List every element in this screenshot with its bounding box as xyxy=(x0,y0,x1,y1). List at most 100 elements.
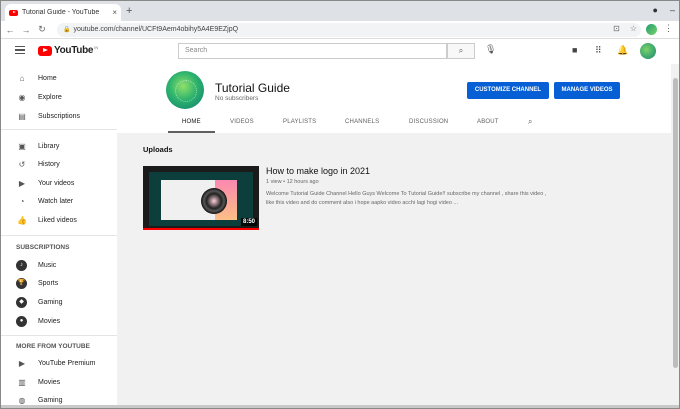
video-thumbnail[interactable]: 8:50 xyxy=(143,166,259,230)
url-input[interactable]: 🔒 youtube.com/channel/UCFt9Aem4obihy5A4E9… xyxy=(57,23,641,37)
sidebar-item-label: YouTube Premium xyxy=(38,359,96,367)
your-videos-icon: ▶ xyxy=(18,178,26,188)
sidebar-item-watch-later[interactable]: ◔ Watch later xyxy=(1,192,117,210)
sidebar-item-label: Your videos xyxy=(38,179,75,187)
lock-icon: 🔒 xyxy=(63,27,71,33)
history-icon: ↺ xyxy=(18,159,26,169)
tab-title: Tutorial Guide - YouTube xyxy=(22,9,100,16)
tab-close-icon[interactable]: × xyxy=(112,8,117,17)
address-bar: ← → ↻ 🔒 youtube.com/channel/UCFt9Aem4obih… xyxy=(1,21,679,39)
sidebar-item-movies[interactable]: ● Movies xyxy=(1,312,117,330)
youtube-logo[interactable]: YouTube IN xyxy=(38,45,98,56)
back-button[interactable]: ← xyxy=(3,25,17,35)
browser-profile-avatar[interactable] xyxy=(646,24,657,35)
music-channel-icon: ♪ xyxy=(16,259,27,271)
youtube-favicon-icon xyxy=(9,9,18,16)
sidebar-item-liked-videos[interactable]: 👍 Liked videos xyxy=(1,211,117,229)
new-tab-button[interactable]: + xyxy=(126,4,132,18)
sidebar-item-label: Sports xyxy=(38,279,59,287)
apps-grid-icon[interactable]: ⠿ xyxy=(595,45,602,56)
notifications-bell-icon[interactable]: 🔔 xyxy=(617,45,628,56)
address-bar-icons: ⊡ ☆ xyxy=(613,24,637,33)
bookmark-star-icon[interactable]: ☆ xyxy=(630,24,637,33)
channel-name: Tutorial Guide xyxy=(215,81,290,95)
tab-about[interactable]: ABOUT xyxy=(477,119,499,125)
scrollbar-thumb[interactable] xyxy=(673,78,678,368)
sidebar-item-music[interactable]: ♪ Music xyxy=(1,256,117,274)
movies-channel-icon: ● xyxy=(16,315,27,327)
hamburger-menu-icon[interactable] xyxy=(15,46,25,54)
window-controls: ● – xyxy=(653,5,675,15)
video-title[interactable]: How to make logo in 2021 xyxy=(266,166,370,176)
sidebar-item-label: History xyxy=(38,160,60,168)
watch-progress-bar xyxy=(143,228,259,230)
thumbnail-logo xyxy=(201,188,227,214)
browser-menu-icon[interactable]: ⋮ xyxy=(664,23,673,34)
record-icon[interactable]: ● xyxy=(653,5,658,15)
tab-playlists[interactable]: PLAYLISTS xyxy=(283,119,316,125)
home-icon: ⌂ xyxy=(19,73,25,83)
search-icon: ⌕ xyxy=(458,46,464,55)
sidebar-item-subscriptions[interactable]: ▤ Subscriptions xyxy=(1,107,117,125)
search-input[interactable]: Search xyxy=(178,43,447,59)
sidebar-item-gaming[interactable]: ◆ Gaming xyxy=(1,293,117,311)
tab-videos[interactable]: VIDEOS xyxy=(230,119,254,125)
uploads-heading[interactable]: Uploads xyxy=(143,145,173,154)
sidebar-item-label: Watch later xyxy=(38,197,74,205)
sidebar-item-sports[interactable]: 🏆 Sports xyxy=(1,274,117,292)
sidebar-item-label: Music xyxy=(38,261,57,269)
sidebar: ⌂ Home ◉ Explore ▤ Subscriptions ▣ Libra… xyxy=(1,64,117,408)
sidebar-item-label: Gaming xyxy=(38,396,63,404)
sports-channel-icon: 🏆 xyxy=(16,277,27,289)
youtube-icon: ▶ xyxy=(18,358,26,368)
thumbs-up-icon: 👍 xyxy=(17,215,27,225)
cast-icon[interactable]: ⊡ xyxy=(613,24,620,33)
sidebar-item-home[interactable]: ⌂ Home xyxy=(1,69,117,87)
search-button[interactable]: ⌕ xyxy=(447,43,475,59)
sidebar-item-label: Home xyxy=(38,74,57,82)
reload-button[interactable]: ↻ xyxy=(35,24,49,35)
library-icon: ▣ xyxy=(18,141,26,151)
more-from-youtube-heading: MORE FROM YOUTUBE xyxy=(16,343,90,350)
create-video-icon[interactable]: ■ xyxy=(572,45,577,55)
subscriptions-icon: ▤ xyxy=(18,111,26,121)
sidebar-item-label: Explore xyxy=(38,93,62,101)
gaming-channel-icon: ◆ xyxy=(16,296,27,308)
sidebar-item-label: Movies xyxy=(38,317,61,325)
account-avatar[interactable] xyxy=(640,43,656,59)
sidebar-item-youtube-premium[interactable]: ▶ YouTube Premium xyxy=(1,354,117,372)
channel-header: Tutorial Guide No subscribers CUSTOMIZE … xyxy=(117,64,671,133)
minimize-icon[interactable]: – xyxy=(670,5,675,15)
sidebar-item-history[interactable]: ↺ History xyxy=(1,155,117,173)
video-duration: 8:50 xyxy=(240,218,257,226)
tab-discussion[interactable]: DISCUSSION xyxy=(409,119,448,125)
manage-videos-button[interactable]: MANAGE VIDEOS xyxy=(554,82,620,99)
sidebar-item-more-movies[interactable]: ▥ Movies xyxy=(1,373,117,391)
film-icon: ▥ xyxy=(18,377,26,387)
sidebar-item-your-videos[interactable]: ▶ Your videos xyxy=(1,174,117,192)
sidebar-item-label: Movies xyxy=(38,378,61,386)
forward-button[interactable]: → xyxy=(19,25,33,35)
sidebar-item-explore[interactable]: ◉ Explore xyxy=(1,88,117,106)
page-scrollbar[interactable] xyxy=(671,64,679,408)
tab-home[interactable]: HOME xyxy=(182,119,201,125)
sidebar-divider xyxy=(1,335,117,336)
tab-channels[interactable]: CHANNELS xyxy=(345,119,379,125)
youtube-header: YouTube IN Search ⌕ 🎙 ■ ⠿ 🔔 xyxy=(1,39,679,64)
video-description: Welcome Tutorial Guide Channel Hello Guy… xyxy=(266,191,547,206)
browser-window: Tutorial Guide - YouTube × + ● – ← → ↻ 🔒… xyxy=(0,0,680,409)
gamepad-icon: ◍ xyxy=(18,395,26,405)
browser-tab[interactable]: Tutorial Guide - YouTube × xyxy=(5,4,121,21)
channel-tabs: HOME VIDEOS PLAYLISTS CHANNELS DISCUSSIO… xyxy=(117,116,671,133)
sidebar-item-label: Liked videos xyxy=(38,216,77,224)
channel-avatar[interactable] xyxy=(166,71,204,109)
browser-tab-bar: Tutorial Guide - YouTube × + ● – xyxy=(1,1,679,21)
sidebar-item-library[interactable]: ▣ Library xyxy=(1,137,117,155)
mic-icon[interactable]: 🎙 xyxy=(485,44,496,55)
customize-channel-button[interactable]: CUSTOMIZE CHANNEL xyxy=(467,82,549,99)
subscriptions-heading: SUBSCRIPTIONS xyxy=(16,244,70,251)
sidebar-item-label: Library xyxy=(38,142,60,150)
subscriber-count: No subscribers xyxy=(215,95,259,102)
sidebar-item-label: Gaming xyxy=(38,298,63,306)
channel-search-icon[interactable]: ⌕ xyxy=(528,117,532,127)
